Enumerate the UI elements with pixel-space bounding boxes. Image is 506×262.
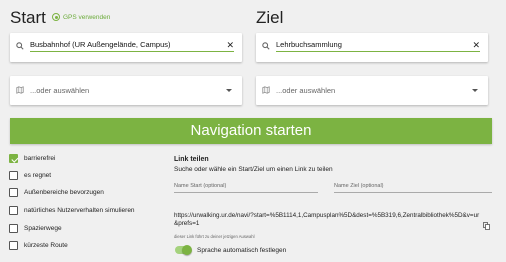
ziel-title: Ziel xyxy=(256,8,284,27)
option-kuerzeste-route[interactable]: kürzeste Route xyxy=(9,241,68,250)
checkbox[interactable] xyxy=(9,224,18,233)
language-toggle[interactable] xyxy=(175,245,192,255)
start-navigation-button[interactable]: Navigation starten xyxy=(10,118,492,144)
start-title: Start xyxy=(10,8,46,27)
option-label: Außenbereiche bevorzugen xyxy=(24,189,104,196)
clear-start-icon[interactable]: ✕ xyxy=(226,40,234,49)
chevron-down-icon xyxy=(472,89,478,92)
share-link[interactable]: https://urwalking.ur.de/navi/?start=%5B1… xyxy=(174,212,480,228)
option-label: es regnet xyxy=(24,172,52,179)
option-barrierefrei[interactable]: barrierefrei xyxy=(9,154,55,163)
start-select-value: ...oder auswählen xyxy=(30,86,90,95)
gps-label: GPS verwenden xyxy=(63,13,111,21)
copy-icon[interactable] xyxy=(483,222,490,230)
chevron-down-icon xyxy=(226,89,232,92)
clear-ziel-icon[interactable]: ✕ xyxy=(472,40,480,49)
start-search-card: Busbahnhof (UR Außengelände, Campus) ✕ xyxy=(10,33,242,62)
language-toggle-row[interactable]: Sprache automatisch festlegen xyxy=(175,245,287,255)
search-icon xyxy=(262,42,270,50)
checkbox[interactable] xyxy=(9,154,18,163)
checkbox[interactable] xyxy=(9,241,18,250)
option-aussenbereiche[interactable]: Außenbereiche bevorzugen xyxy=(9,188,104,197)
start-search-value: Busbahnhof (UR Außengelände, Campus) xyxy=(30,40,171,49)
name-start-input[interactable]: Name Start (optional) xyxy=(174,183,318,193)
option-natuerliches-verhalten[interactable]: natürliches Nutzerverhalten simulieren xyxy=(9,206,135,215)
option-label: kürzeste Route xyxy=(24,242,68,249)
checkbox[interactable] xyxy=(9,171,18,180)
ziel-search-input[interactable]: Lehrbuchsammlung ✕ xyxy=(276,40,480,52)
gps-icon xyxy=(52,13,60,21)
option-label: natürliches Nutzerverhalten simulieren xyxy=(24,207,135,214)
ziel-search-card: Lehrbuchsammlung ✕ xyxy=(256,33,488,62)
checkbox[interactable] xyxy=(9,206,18,215)
ziel-select[interactable]: ...oder auswählen xyxy=(256,76,488,105)
map-icon xyxy=(16,86,24,94)
checkbox[interactable] xyxy=(9,188,18,197)
option-spazierwege[interactable]: Spazierwege xyxy=(9,224,62,233)
map-icon xyxy=(262,86,270,94)
language-toggle-label: Sprache automatisch festlegen xyxy=(197,246,287,254)
search-icon xyxy=(16,42,24,50)
share-subtitle: Suche oder wähle ein Start/Ziel um einen… xyxy=(174,166,333,173)
start-select[interactable]: ...oder auswählen xyxy=(10,76,242,105)
option-label: barrierefrei xyxy=(24,155,56,162)
ziel-select-value: ...oder auswählen xyxy=(276,86,336,95)
start-search-input[interactable]: Busbahnhof (UR Außengelände, Campus) ✕ xyxy=(30,40,234,52)
option-es-regnet[interactable]: es regnet xyxy=(9,171,51,180)
gps-link[interactable]: GPS verwenden xyxy=(52,13,110,21)
ziel-search-value: Lehrbuchsammlung xyxy=(276,40,342,49)
name-ziel-input[interactable]: Name Ziel (optional) xyxy=(334,183,492,193)
share-hint: dieser Link führt zu deiner jetzigen Aus… xyxy=(174,234,255,239)
option-label: Spazierwege xyxy=(24,225,62,232)
share-title: Link teilen xyxy=(174,156,209,163)
